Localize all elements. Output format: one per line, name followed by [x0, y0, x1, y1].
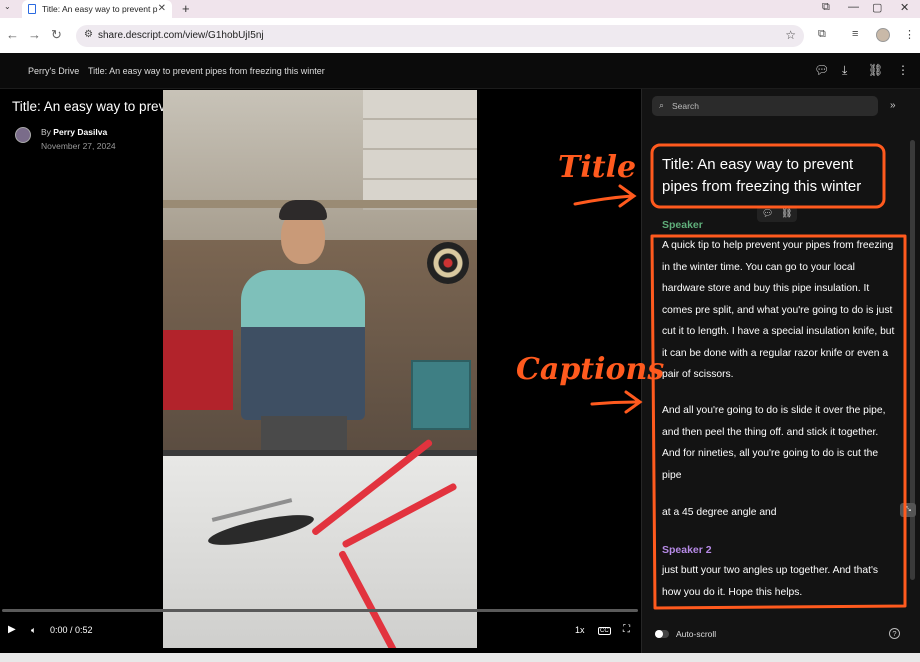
- title-arrow: [573, 184, 637, 208]
- captions-annotation: Captions: [516, 352, 665, 387]
- annotation-overlay: [573, 143, 907, 610]
- title-annotation: Title: [558, 150, 637, 185]
- captions-highlight-box: [650, 234, 907, 610]
- title-highlight-box: [650, 143, 886, 209]
- captions-arrow: [590, 390, 643, 414]
